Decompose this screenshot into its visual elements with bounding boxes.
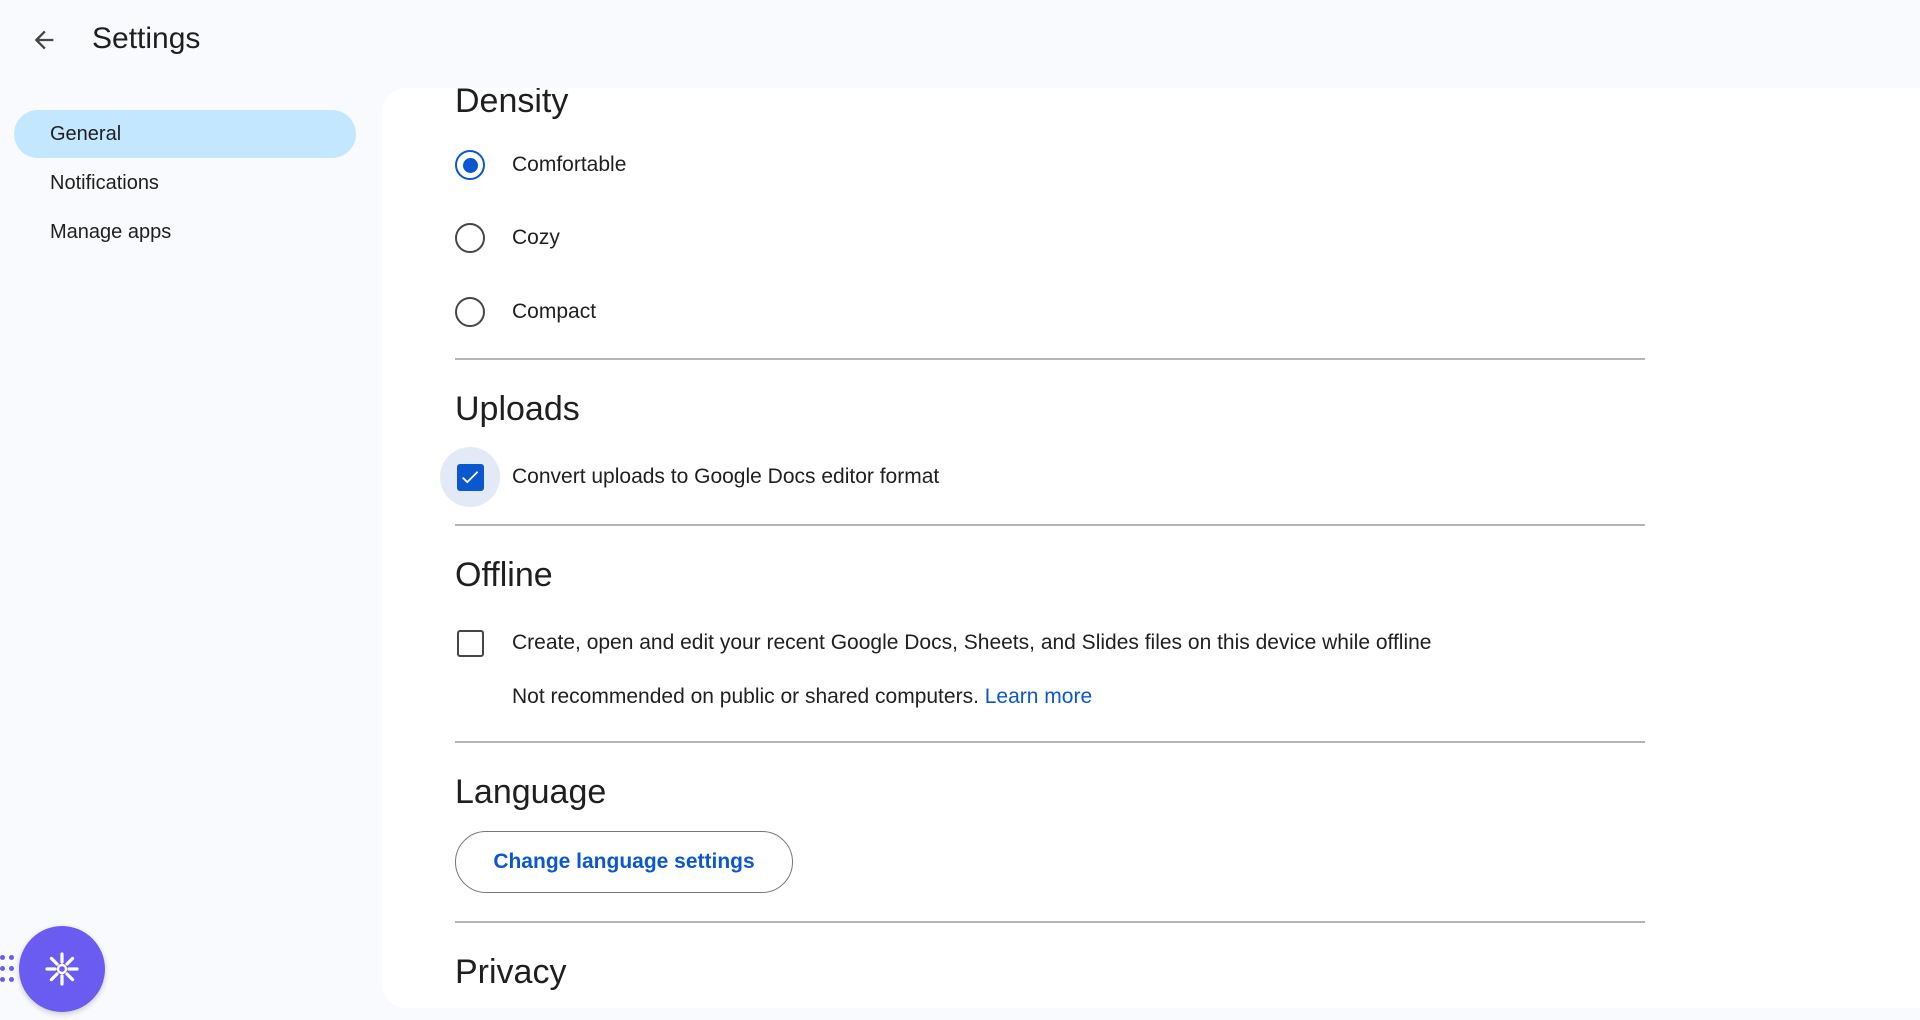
- radio-label: Cozy: [512, 226, 560, 249]
- header: Settings: [0, 0, 1920, 84]
- divider: [455, 524, 1645, 526]
- checkbox-focus-ring: [440, 447, 500, 507]
- sidebar-item-notifications[interactable]: Notifications: [14, 159, 356, 207]
- sidebar-item-general[interactable]: General: [14, 110, 356, 158]
- drag-handle[interactable]: [0, 955, 14, 985]
- sidebar: General Notifications Manage apps: [0, 110, 370, 257]
- assistant-fab-button[interactable]: [19, 926, 105, 1012]
- convert-uploads-option[interactable]: Convert uploads to Google Docs editor fo…: [440, 447, 940, 507]
- uploads-title: Uploads: [455, 390, 580, 428]
- privacy-title: Privacy: [455, 953, 567, 991]
- check-icon: [462, 471, 479, 484]
- language-title: Language: [455, 773, 607, 811]
- radio-label: Compact: [512, 300, 597, 323]
- checkbox-label: Convert uploads to Google Docs editor fo…: [512, 465, 940, 488]
- settings-panel: Density Comfortable Cozy Compact Uploads: [382, 88, 1920, 1008]
- checkbox-wrap: [455, 628, 485, 658]
- density-title: Density: [455, 88, 569, 120]
- change-language-button[interactable]: Change language settings: [455, 831, 793, 893]
- convert-uploads-checkbox[interactable]: [456, 463, 484, 491]
- back-button[interactable]: [20, 16, 68, 64]
- offline-note: Not recommended on public or shared comp…: [512, 685, 1092, 709]
- divider: [455, 741, 1645, 743]
- density-option-compact[interactable]: Compact: [455, 297, 596, 327]
- arrow-back-icon: [34, 30, 54, 50]
- divider: [455, 358, 1645, 360]
- density-option-comfortable[interactable]: Comfortable: [455, 150, 626, 180]
- sparkle-asterisk-icon: [45, 952, 79, 986]
- learn-more-link[interactable]: Learn more: [985, 685, 1092, 708]
- offline-note-text: Not recommended on public or shared comp…: [512, 685, 979, 708]
- sidebar-item-label: Manage apps: [50, 220, 172, 243]
- offline-title: Offline: [455, 556, 553, 594]
- checkbox-label: Create, open and edit your recent Google…: [512, 631, 1432, 654]
- sidebar-item-manage-apps[interactable]: Manage apps: [14, 208, 356, 256]
- radio-label: Comfortable: [512, 153, 627, 176]
- offline-option[interactable]: Create, open and edit your recent Google…: [455, 628, 1432, 658]
- offline-checkbox[interactable]: [456, 629, 484, 657]
- sidebar-item-label: Notifications: [50, 171, 159, 194]
- density-option-cozy[interactable]: Cozy: [455, 223, 560, 253]
- radio-compact[interactable]: [455, 297, 485, 327]
- divider: [455, 921, 1645, 923]
- radio-comfortable[interactable]: [455, 150, 485, 180]
- radio-cozy[interactable]: [455, 223, 485, 253]
- sidebar-item-label: General: [50, 122, 122, 145]
- page-title: Settings: [92, 22, 201, 55]
